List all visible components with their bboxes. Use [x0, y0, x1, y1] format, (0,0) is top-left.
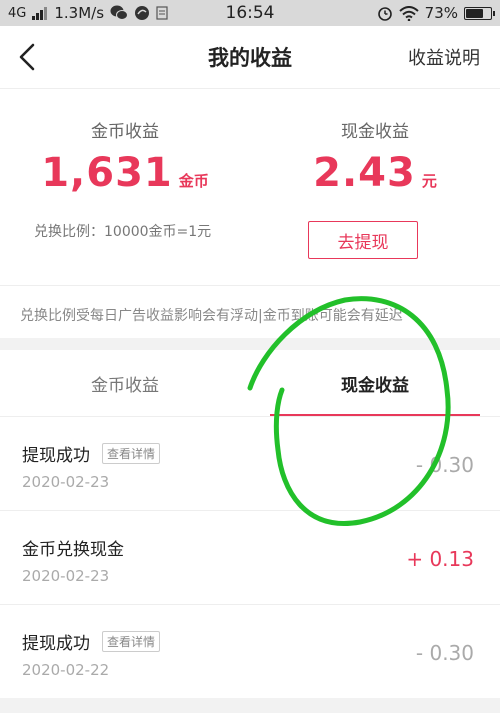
- cash-records-list: 提现成功 查看详情 2020-02-23 - 0.30 金币兑换现金 2020-…: [0, 416, 500, 698]
- record-date: 2020-02-23: [22, 567, 110, 585]
- record-amount: + 0.13: [406, 547, 474, 571]
- coin-earnings: 金币收益 1,631 金币: [0, 117, 250, 196]
- chevron-left-icon: [19, 43, 35, 71]
- record-title-wrap: 金币兑换现金: [22, 535, 124, 560]
- earnings-summary: 金币收益 1,631 金币 现金收益 2.43 元 兑换比例：10000金币=1…: [0, 88, 500, 338]
- exchange-notice: 兑换比例受每日广告收益影响会有浮动|金币到账可能会有延迟: [20, 308, 403, 324]
- network-label: 4G: [8, 5, 27, 21]
- record-amount: - 0.30: [415, 641, 474, 665]
- status-right: 73%: [312, 4, 495, 22]
- record-title: 提现成功: [22, 446, 90, 466]
- withdraw-button[interactable]: 去提现: [308, 221, 418, 259]
- tab-cash-earnings[interactable]: 现金收益: [250, 350, 500, 416]
- record-title-wrap: 提现成功 查看详情: [22, 441, 161, 466]
- nav-bar: 我的收益 收益说明: [0, 26, 500, 88]
- status-left: 4G 1.3M/s: [8, 4, 188, 22]
- alarm-icon: [377, 7, 392, 21]
- battery-percent: 73%: [424, 4, 458, 22]
- coin-unit: 金币: [178, 172, 209, 190]
- divider: [0, 285, 500, 286]
- status-bar: 4G 1.3M/s 16:54 73%: [0, 0, 500, 26]
- view-details-button[interactable]: 查看详情: [102, 443, 161, 464]
- signal-icon: [32, 6, 48, 20]
- tab-coin-earnings[interactable]: 金币收益: [0, 350, 250, 416]
- app-circle-icon: [135, 6, 150, 20]
- list-item: 提现成功 查看详情 2020-02-22 - 0.30: [0, 604, 500, 698]
- coin-amount-row: 1,631 金币: [0, 150, 250, 196]
- income-explanation-link[interactable]: 收益说明: [408, 44, 480, 70]
- battery-icon: [464, 6, 495, 20]
- status-time: 16:54: [225, 3, 275, 23]
- wifi-icon: [398, 5, 419, 21]
- battery-fill: [466, 8, 483, 18]
- record-date: 2020-02-22: [22, 661, 110, 679]
- cash-earnings: 现金收益 2.43 元: [250, 117, 500, 196]
- back-button[interactable]: [10, 40, 44, 74]
- view-details-button[interactable]: 查看详情: [102, 631, 161, 652]
- list-item: 提现成功 查看详情 2020-02-23 - 0.30: [0, 416, 500, 510]
- record-date: 2020-02-23: [22, 473, 110, 491]
- record-title: 金币兑换现金: [22, 540, 124, 560]
- cash-earnings-label: 现金收益: [341, 122, 409, 142]
- earnings-tabs: 金币收益 现金收益: [0, 350, 500, 416]
- record-amount: - 0.30: [415, 453, 474, 477]
- notification-icon: [156, 6, 168, 20]
- network-speed: 1.3M/s: [54, 4, 105, 22]
- cash-unit: 元: [421, 172, 437, 190]
- record-title: 提现成功: [22, 634, 90, 654]
- record-title-wrap: 提现成功 查看详情: [22, 629, 161, 654]
- coin-amount: 1,631: [41, 150, 173, 196]
- coin-earnings-label: 金币收益: [91, 122, 159, 142]
- exchange-rate: 兑换比例：10000金币=1元: [34, 224, 212, 240]
- list-item: 金币兑换现金 2020-02-23 + 0.13: [0, 510, 500, 604]
- cash-amount: 2.43: [313, 150, 416, 196]
- wechat-icon: [110, 5, 129, 20]
- cash-amount-row: 2.43 元: [250, 150, 500, 196]
